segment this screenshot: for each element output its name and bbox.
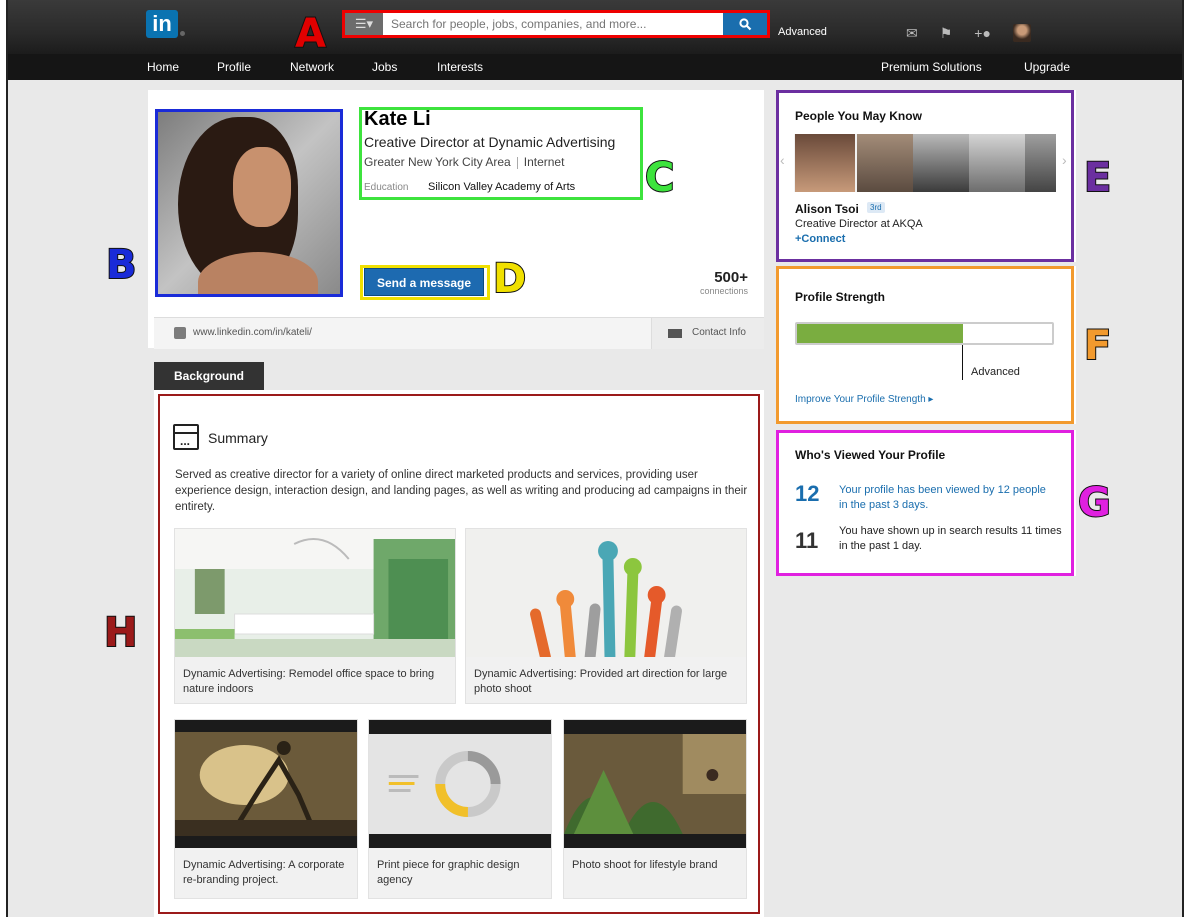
linkedin-logo[interactable]: in	[146, 8, 186, 40]
nav-upgrade[interactable]: Upgrade	[1024, 60, 1070, 74]
media-item[interactable]: Dynamic Advertising: Remodel office spac…	[174, 528, 456, 704]
profile-location-industry: Greater New York City Area Internet	[364, 155, 564, 169]
media-thumbnail-rebrand	[175, 720, 357, 848]
profile-name: Kate Li	[364, 108, 431, 130]
contact-card-icon	[668, 329, 682, 338]
profile-location[interactable]: Greater New York City Area	[364, 155, 511, 169]
media-item[interactable]: Photo shoot for lifestyle brand	[563, 719, 747, 899]
media-thumbnail-hands	[466, 529, 746, 657]
media-caption: Dynamic Advertising: A corporate re-bran…	[183, 859, 345, 886]
page-frame: in ☰▾ Advanced ✉ ⚑ +● Home Profile Netwo…	[6, 0, 1184, 917]
annotation-h: H	[103, 609, 139, 657]
media-thumbnail-office	[175, 529, 455, 657]
media-caption: Photo shoot for lifestyle brand	[572, 859, 718, 871]
pymk-person-name[interactable]: Alison Tsoi	[795, 202, 859, 216]
nav-strip	[8, 54, 1182, 80]
search-input[interactable]	[383, 13, 723, 35]
nav-interests[interactable]: Interests	[437, 60, 483, 74]
annotation-g: G	[1077, 479, 1112, 527]
connections-label: connections	[699, 286, 748, 296]
search-icon	[738, 18, 751, 31]
photo-face	[233, 147, 291, 227]
media-item[interactable]: Print piece for graphic design agency	[368, 719, 552, 899]
summary-text: Served as creative director for a variet…	[175, 469, 748, 513]
improve-strength-label: Improve Your Profile Strength	[795, 394, 926, 405]
chevron-right-icon[interactable]: ›	[1062, 152, 1067, 168]
media-thumbnail-lifestyle	[564, 720, 746, 848]
logo-dot	[180, 30, 185, 36]
linkedin-small-icon	[174, 327, 186, 339]
person-photo[interactable]	[913, 134, 969, 192]
separator	[516, 156, 518, 169]
nav-profile[interactable]: Profile	[217, 60, 251, 74]
annotation-d: D	[492, 255, 527, 303]
connections-count: 500+	[714, 269, 748, 286]
connect-button[interactable]: +Connect	[795, 233, 845, 245]
annotation-b: B	[105, 241, 137, 289]
education-value[interactable]: Silicon Valley Academy of Arts	[428, 181, 575, 193]
strength-meter-fill	[797, 324, 963, 343]
nav-home[interactable]: Home	[147, 60, 179, 74]
annotation-c: C	[644, 154, 675, 202]
summary-icon	[173, 424, 199, 450]
media-item[interactable]: Dynamic Advertising: A corporate re-bran…	[174, 719, 358, 899]
annotation-e: E	[1083, 154, 1112, 202]
list-icon: ☰▾	[354, 16, 374, 31]
annotation-a: A	[294, 10, 327, 58]
person-photo[interactable]	[795, 134, 855, 192]
profile-industry[interactable]: Internet	[524, 155, 565, 169]
views-count[interactable]: 12	[795, 481, 819, 507]
media-caption: Dynamic Advertising: Remodel office spac…	[183, 668, 435, 695]
contact-info-label[interactable]: Contact Info	[692, 327, 746, 338]
profile-headline: Creative Director at Dynamic Advertising	[364, 134, 616, 150]
person-photo[interactable]	[1025, 134, 1056, 192]
search-bar: ☰▾	[342, 10, 770, 38]
chevron-left-icon[interactable]: ‹	[780, 152, 785, 168]
send-message-button[interactable]: Send a message	[364, 268, 484, 296]
media-caption: Dynamic Advertising: Provided art direct…	[474, 668, 728, 695]
media-item[interactable]: Dynamic Advertising: Provided art direct…	[465, 528, 747, 704]
public-profile-url[interactable]: www.linkedin.com/in/kateli/	[193, 327, 312, 338]
person-photo[interactable]	[857, 134, 913, 192]
user-avatar-icon[interactable]	[1012, 24, 1031, 42]
flag-icon[interactable]: ⚑	[940, 25, 953, 42]
profile-photo[interactable]	[155, 109, 343, 297]
degree-badge: 3rd	[867, 202, 885, 213]
media-thumbnail-print	[369, 720, 551, 848]
strength-title: Profile Strength	[795, 290, 886, 304]
advanced-search-link[interactable]: Advanced	[778, 26, 827, 38]
pymk-person-title: Creative Director at AKQA	[795, 218, 923, 230]
views-text[interactable]: Your profile has been viewed by 12 peopl…	[839, 483, 1054, 513]
nav-jobs[interactable]: Jobs	[372, 60, 397, 74]
pymk-title: People You May Know	[795, 109, 922, 123]
search-category-button[interactable]: ☰▾	[345, 13, 383, 35]
caret-right-icon: ▸	[925, 394, 934, 405]
linkedin-logo-icon: in	[146, 10, 178, 38]
strength-meter-tick	[962, 345, 963, 380]
media-caption: Print piece for graphic design agency	[377, 859, 520, 886]
person-photo[interactable]	[969, 134, 1025, 192]
summary-title: Summary	[208, 430, 268, 446]
search-appearance-text: You have shown up in search results 11 t…	[839, 525, 1062, 552]
add-connection-icon[interactable]: +●	[974, 25, 991, 41]
strength-level: Advanced	[971, 366, 1020, 378]
annotation-f: F	[1083, 322, 1112, 370]
search-button[interactable]	[723, 13, 767, 35]
nav-network[interactable]: Network	[290, 60, 334, 74]
strength-meter	[795, 322, 1054, 345]
viewed-title: Who's Viewed Your Profile	[795, 448, 946, 462]
top-icons: ✉ ⚑ +●	[906, 24, 1031, 42]
education-label: Education	[364, 182, 409, 193]
nav-premium-solutions[interactable]: Premium Solutions	[881, 60, 982, 74]
tab-background[interactable]: Background	[154, 362, 264, 390]
improve-strength-link[interactable]: Improve Your Profile Strength ▸	[795, 394, 933, 405]
mail-icon[interactable]: ✉	[906, 25, 918, 42]
search-appearance-count: 11	[795, 528, 819, 553]
